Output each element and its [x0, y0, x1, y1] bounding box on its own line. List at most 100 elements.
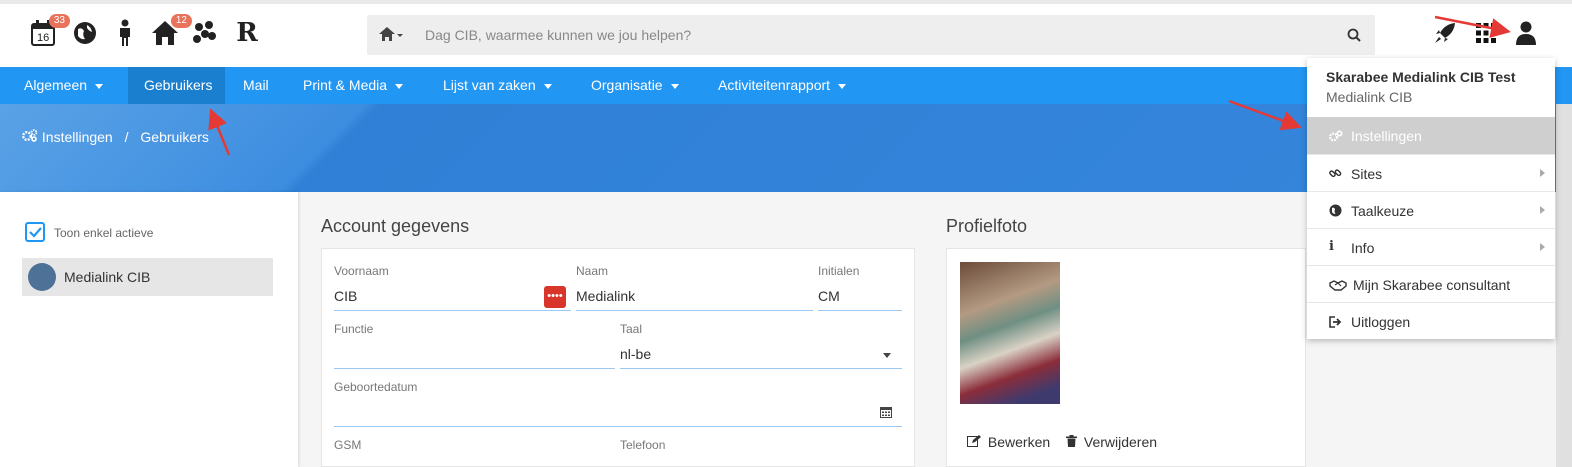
r-logo-icon[interactable]: R	[232, 18, 262, 48]
taal-label: Taal	[620, 322, 643, 336]
menu-item-label: Instellingen	[1351, 128, 1422, 144]
link-icon	[1329, 167, 1342, 183]
globe-icon	[1329, 204, 1342, 220]
nav-label: Activiteitenrapport	[718, 77, 831, 93]
chevron-down-icon	[543, 83, 552, 89]
calendar-picker-icon[interactable]	[880, 405, 892, 423]
user-icon[interactable]	[1511, 18, 1541, 48]
menu-item-label: Mijn Skarabee consultant	[1353, 277, 1511, 293]
functie-underline	[334, 368, 615, 369]
nav-print-media[interactable]: Print & Media	[287, 67, 419, 104]
initialen-field[interactable]: CM	[818, 288, 840, 304]
delete-photo-label: Verwijderen	[1083, 434, 1158, 450]
handshake-icon	[1329, 278, 1347, 294]
gears-icon	[22, 129, 42, 145]
menu-item-uitloggen[interactable]: Uitloggen	[1307, 302, 1555, 339]
nav-label: Gebruikers	[144, 77, 213, 93]
dots-icon[interactable]	[190, 18, 220, 48]
globe-icon[interactable]	[70, 18, 100, 48]
gears-icon	[1328, 129, 1343, 145]
active-filter-checkbox[interactable]	[25, 222, 45, 242]
nav-lijst-van-zaken[interactable]: Lijst van zaken	[427, 67, 568, 104]
initialen-label: Initialen	[818, 264, 860, 278]
naam-label: Naam	[576, 264, 609, 278]
nav-organisatie[interactable]: Organisatie	[575, 67, 695, 104]
profile-photo-card: Bewerken Verwijderen	[946, 248, 1306, 467]
user-dropdown-menu: Skarabee Medialink CIB Test Medialink CI…	[1307, 58, 1555, 339]
nav-label: Print & Media	[303, 77, 388, 93]
nav-algemeen[interactable]: Algemeen	[8, 67, 119, 104]
nav-label: Lijst van zaken	[443, 77, 536, 93]
chevron-right-icon	[1540, 243, 1545, 251]
calendar-day: 16	[37, 32, 50, 44]
active-filter-label: Toon enkel actieve	[54, 226, 154, 240]
apps-grid-icon[interactable]	[1471, 18, 1501, 48]
geboortedatum-label: Geboortedatum	[334, 380, 418, 394]
gsm-label: GSM	[334, 438, 362, 452]
geboortedatum-underline	[334, 426, 902, 427]
nav-activiteitenrapport[interactable]: Activiteitenrapport	[702, 67, 862, 104]
rocket-icon[interactable]	[1430, 18, 1460, 48]
breadcrumb-root[interactable]: Instellingen	[42, 129, 113, 145]
chevron-down-icon	[95, 83, 104, 89]
nav-label: Organisatie	[591, 77, 663, 93]
scroll-edge	[1556, 104, 1572, 467]
breadcrumb-current: Gebruikers	[140, 129, 209, 145]
calendar-badge: 33	[48, 14, 70, 28]
profile-photo	[960, 262, 1060, 404]
nav-label: Algemeen	[24, 77, 88, 93]
search-input[interactable]: Dag CIB, waarmee kunnen we jou helpen?	[425, 27, 691, 43]
menu-item-label: Uitloggen	[1351, 314, 1411, 330]
account-card: Voornaam CIB •••• Naam Medialink Initial…	[321, 248, 915, 467]
menu-item-instellingen[interactable]: Instellingen	[1307, 117, 1555, 154]
chevron-down-icon	[838, 83, 847, 89]
chevron-down-icon	[395, 83, 404, 89]
delete-photo-button[interactable]: Verwijderen	[1066, 434, 1157, 450]
chevron-down-icon[interactable]	[883, 353, 891, 358]
telefoon-label: Telefoon	[620, 438, 666, 452]
voornaam-field[interactable]: CIB	[334, 288, 357, 304]
user-list-item-label: Medialink CIB	[64, 269, 151, 285]
initialen-underline	[818, 310, 902, 311]
naam-field[interactable]: Medialink	[576, 288, 635, 304]
menu-item-info[interactable]: i Info	[1307, 228, 1555, 265]
breadcrumb-separator: /	[124, 129, 129, 145]
edit-photo-label: Bewerken	[987, 434, 1051, 450]
search-icon[interactable]	[1347, 28, 1361, 47]
chevron-down-icon	[670, 83, 679, 89]
check-icon	[29, 227, 42, 238]
menu-item-label: Info	[1351, 240, 1375, 256]
search-bar[interactable]: Dag CIB, waarmee kunnen we jou helpen?	[367, 15, 1375, 55]
voornaam-label: Voornaam	[334, 264, 389, 278]
person-icon[interactable]	[110, 18, 140, 48]
sign-out-icon	[1329, 315, 1342, 331]
house-icon[interactable]: 12	[150, 14, 192, 48]
avatar	[28, 263, 56, 291]
password-button[interactable]: ••••	[544, 286, 566, 308]
chevron-right-icon	[1540, 206, 1545, 214]
user-list-item[interactable]: Medialink CIB	[22, 258, 273, 296]
menu-item-label: Sites	[1351, 166, 1383, 182]
calendar-icon[interactable]: 16 33	[28, 14, 70, 48]
menu-item-consultant[interactable]: Mijn Skarabee consultant	[1307, 265, 1555, 302]
voornaam-underline	[334, 310, 571, 311]
menu-item-label: Taalkeuze	[1351, 203, 1415, 219]
menu-item-sites[interactable]: Sites	[1307, 154, 1555, 191]
profile-photo-title: Profielfoto	[946, 216, 1028, 236]
home-dropdown-icon[interactable]	[379, 26, 405, 47]
breadcrumb: Instellingen / Gebruikers	[22, 129, 209, 145]
user-list-panel: Toon enkel actieve Medialink CIB	[0, 192, 298, 467]
naam-underline	[576, 310, 813, 311]
edit-icon	[967, 435, 981, 447]
taal-underline	[620, 368, 902, 369]
r-logo-letter: R	[236, 18, 258, 48]
nav-gebruikers[interactable]: Gebruikers	[128, 67, 225, 104]
taal-select[interactable]: nl-be	[620, 346, 651, 362]
edit-photo-button[interactable]: Bewerken	[967, 434, 1050, 450]
trash-icon	[1066, 435, 1077, 447]
house-badge: 12	[170, 14, 192, 28]
menu-item-taalkeuze[interactable]: Taalkeuze	[1307, 191, 1555, 228]
nav-mail[interactable]: Mail	[227, 67, 285, 104]
functie-label: Functie	[334, 322, 374, 336]
nav-label: Mail	[243, 77, 269, 93]
